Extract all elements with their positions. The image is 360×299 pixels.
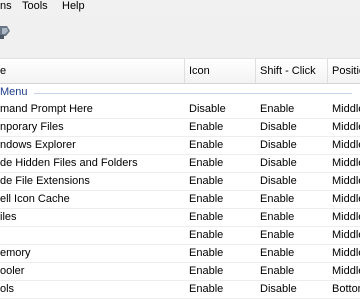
table-row[interactable]: Enable Enable Middle xyxy=(0,227,360,245)
table-row[interactable]: ols Enable Disable Bottom xyxy=(0,281,360,299)
table-row[interactable]: nporary Files Enable Disable Middle xyxy=(0,119,360,137)
cell-shift-click: Enable xyxy=(260,247,295,259)
cell-position: Middle xyxy=(332,229,360,241)
column-name-header[interactable]: e xyxy=(0,59,6,83)
column-position-header[interactable]: Positio xyxy=(332,59,360,83)
cell-shift-click: Disable xyxy=(260,139,297,151)
cell-icon: Enable xyxy=(189,139,224,151)
cell-position: Middle xyxy=(332,247,360,259)
cell-icon: Enable xyxy=(189,121,224,133)
cell-icon: Enable xyxy=(189,247,224,259)
cell-name: de File Extensions xyxy=(0,175,90,187)
cell-name: ndows Explorer xyxy=(0,139,76,151)
cell-name: ols xyxy=(0,283,15,295)
menu-options[interactable]: ns xyxy=(0,0,12,15)
cell-shift-click: Disable xyxy=(260,157,297,169)
cell-icon: Enable xyxy=(189,211,224,223)
column-separator[interactable] xyxy=(327,59,328,83)
menu-bar: ns Tools Help xyxy=(0,0,360,15)
cell-icon: Enable xyxy=(189,283,224,295)
cell-icon: Enable xyxy=(189,265,224,277)
cell-position: Middle xyxy=(332,103,360,115)
menu-help[interactable]: Help xyxy=(62,0,85,15)
cell-name: iles xyxy=(0,211,17,223)
table-row[interactable]: de Hidden Files and Folders Enable Disab… xyxy=(0,155,360,173)
table-row[interactable]: iles Enable Enable Middle xyxy=(0,209,360,227)
column-icon-header[interactable]: Icon xyxy=(189,59,210,83)
table-body: mand Prompt Here Disable Enable Middle n… xyxy=(0,101,360,299)
cell-position: Middle xyxy=(332,211,360,223)
toolbar xyxy=(0,15,360,59)
cell-icon: Enable xyxy=(189,157,224,169)
tools-icon[interactable] xyxy=(0,22,16,50)
cell-shift-click: Enable xyxy=(260,193,295,205)
cell-shift-click: Enable xyxy=(260,229,295,241)
cell-shift-click: Enable xyxy=(260,103,295,115)
column-separator[interactable] xyxy=(255,59,256,83)
column-separator[interactable] xyxy=(184,59,185,83)
table-row[interactable]: emory Enable Enable Middle xyxy=(0,245,360,263)
cell-shift-click: Disable xyxy=(260,121,297,133)
cell-name: nporary Files xyxy=(0,121,64,133)
cell-name: de Hidden Files and Folders xyxy=(0,157,138,169)
cell-name: mand Prompt Here xyxy=(0,103,93,115)
cell-position: Middle xyxy=(332,121,360,133)
cell-shift-click: Enable xyxy=(260,211,295,223)
column-shift-click-header[interactable]: Shift - Click xyxy=(260,59,316,83)
table-row[interactable]: ndows Explorer Enable Disable Middle xyxy=(0,137,360,155)
table-row[interactable]: de File Extensions Enable Disable Middle xyxy=(0,173,360,191)
menu-tools[interactable]: Tools xyxy=(22,0,48,15)
table-row[interactable]: mand Prompt Here Disable Enable Middle xyxy=(0,101,360,119)
cell-name: ell Icon Cache xyxy=(0,193,70,205)
cell-icon: Enable xyxy=(189,229,224,241)
table-row[interactable]: ooler Enable Enable Middle xyxy=(0,263,360,281)
table-row[interactable]: ell Icon Cache Enable Enable Middle xyxy=(0,191,360,209)
cell-name xyxy=(0,227,184,244)
cell-icon: Enable xyxy=(189,175,224,187)
cell-position: Middle xyxy=(332,175,360,187)
group-label: Menu xyxy=(0,86,28,98)
cell-shift-click: Disable xyxy=(260,283,297,295)
cell-shift-click: Enable xyxy=(260,265,295,277)
cell-position: Middle xyxy=(332,157,360,169)
group-divider xyxy=(34,93,352,94)
cell-name: emory xyxy=(0,247,31,259)
cell-position: Middle xyxy=(332,193,360,205)
cell-position: Middle xyxy=(332,139,360,151)
group-header: Menu xyxy=(0,84,360,101)
cell-icon: Enable xyxy=(189,193,224,205)
cell-position: Middle xyxy=(332,265,360,277)
cell-name: ooler xyxy=(0,265,25,277)
table-header: e Icon Shift - Click Positio xyxy=(0,59,360,84)
cell-position: Bottom xyxy=(332,283,360,295)
cell-shift-click: Disable xyxy=(260,175,297,187)
cell-icon: Disable xyxy=(189,103,226,115)
